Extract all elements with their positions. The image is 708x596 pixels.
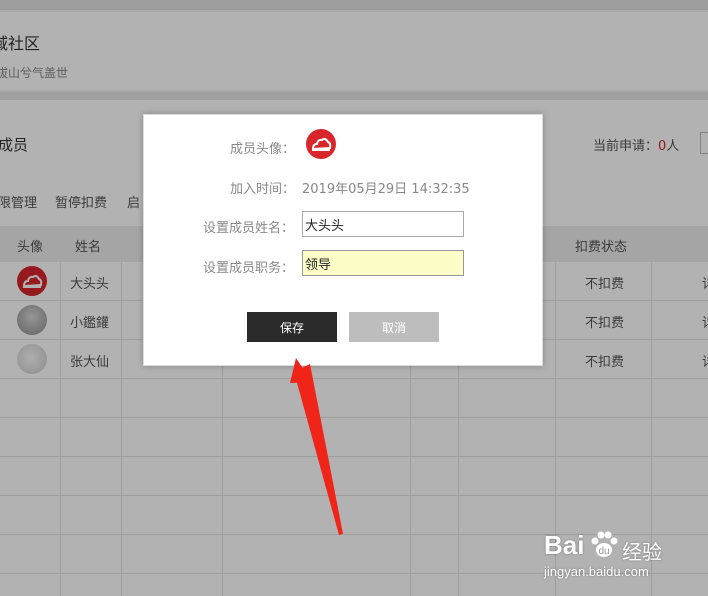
member-name-input[interactable] — [302, 211, 464, 237]
join-time-value: 2019年05月29日 14:32:35 — [302, 182, 470, 197]
paw-icon: du — [591, 531, 618, 557]
member-role-input[interactable] — [302, 250, 464, 276]
edit-member-dialog: 成员头像： 加入时间： 2019年05月29日 14:32:35 设置成员姓名：… — [143, 114, 543, 366]
watermark-brand: Bai — [544, 530, 585, 560]
role-label: 设置成员职务： — [203, 261, 295, 276]
avatar-label: 成员头像： — [230, 142, 296, 157]
baidu-watermark: Bai du 经验 jingyan.baidu.com — [540, 520, 708, 596]
svg-text:du: du — [598, 546, 609, 557]
cancel-button[interactable]: 取消 — [349, 312, 439, 342]
cloud-logo-icon — [311, 137, 332, 151]
name-label: 设置成员姓名： — [203, 221, 295, 236]
watermark-url: jingyan.baidu.com — [544, 564, 649, 579]
save-button[interactable]: 保存 — [247, 312, 337, 342]
watermark-suffix: 经验 — [622, 540, 662, 564]
member-avatar-large — [306, 129, 336, 159]
join-time-label: 加入时间： — [230, 182, 296, 197]
